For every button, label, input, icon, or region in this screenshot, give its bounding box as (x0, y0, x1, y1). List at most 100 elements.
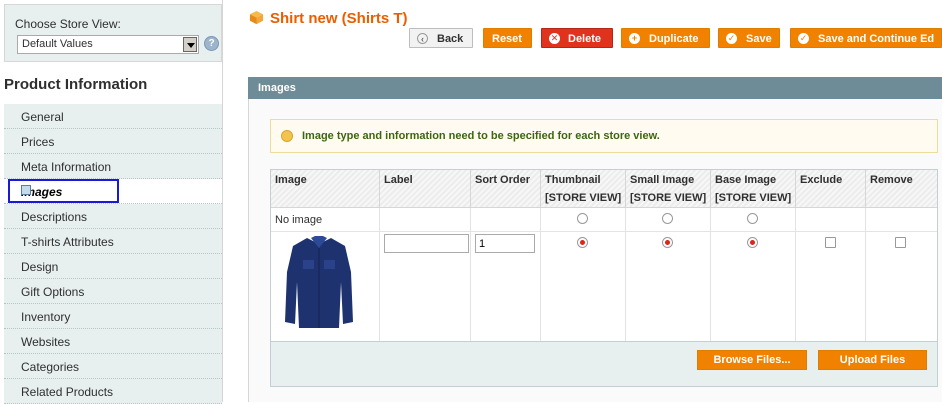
help-icon[interactable]: ? (204, 36, 219, 51)
tab-inventory[interactable]: Inventory (4, 304, 222, 329)
tab-descriptions[interactable]: Descriptions (4, 204, 222, 229)
store-view-select[interactable]: Default Values (17, 35, 199, 54)
sidebar: Choose Store View: Default Values ? Prod… (0, 0, 224, 404)
duplicate-button-label: Duplicate (649, 33, 699, 45)
column-header-scope: [STORE VIEW] (630, 192, 707, 204)
column-divider (795, 208, 796, 341)
check-icon: ✓ (798, 33, 809, 44)
delete-button[interactable]: ✕ Delete (541, 28, 613, 48)
tab-label: Websites (21, 335, 71, 349)
tab-label: Descriptions (21, 210, 88, 224)
chevron-down-icon[interactable] (183, 37, 197, 52)
tab-label: Meta Information (21, 160, 112, 174)
tab-design[interactable]: Design (4, 254, 222, 279)
tab-label: T-shirts Attributes (21, 235, 114, 249)
image-small-image-radio[interactable] (662, 237, 673, 248)
tab-images[interactable]: Images (4, 179, 222, 204)
notice-box: Image type and information need to be sp… (270, 119, 938, 153)
image-exclude-checkbox[interactable] (825, 237, 836, 248)
product-cube-icon (249, 10, 264, 25)
column-divider (379, 208, 380, 341)
reset-button[interactable]: Reset (483, 28, 532, 48)
column-divider (710, 208, 711, 341)
tab-general[interactable]: General (4, 104, 222, 129)
column-header-label: Sort Order (475, 174, 531, 186)
column-header-scope: [STORE VIEW] (715, 192, 792, 204)
reset-button-label: Reset (492, 33, 522, 45)
product-image-thumbnail (285, 236, 353, 328)
images-panel-title: Images (258, 82, 296, 94)
close-icon: ✕ (549, 33, 560, 44)
image-remove-checkbox[interactable] (895, 237, 906, 248)
lightbulb-icon (281, 130, 293, 142)
save-and-continue-button[interactable]: ✓ Save and Continue Ed (790, 28, 942, 48)
column-header-sort-order: Sort Order (471, 170, 541, 208)
column-header-label: Remove (870, 174, 913, 186)
notice-text: Image type and information need to be sp… (302, 130, 660, 142)
tab-label: Design (21, 260, 59, 274)
page-title: Shirt new (Shirts T) (270, 10, 408, 27)
tab-label: General (21, 110, 64, 124)
save-button[interactable]: ✓ Save (718, 28, 780, 48)
column-header-label: Base Image (715, 174, 777, 186)
column-header-label: Image (275, 174, 307, 186)
tab-gift-options[interactable]: Gift Options (4, 279, 222, 304)
tab-prices[interactable]: Prices (4, 129, 222, 154)
save-and-continue-label: Save and Continue Ed (818, 33, 935, 45)
sidebar-divider (222, 0, 223, 402)
delete-button-label: Delete (568, 33, 602, 45)
column-divider (470, 208, 471, 341)
row-divider (271, 231, 937, 232)
column-header-scope: [STORE VIEW] (545, 192, 622, 204)
tab-label: Prices (21, 135, 55, 149)
upload-files-button[interactable]: Upload Files (818, 350, 927, 370)
browse-files-button[interactable]: Browse Files... (697, 350, 807, 370)
images-grid: Image Label Sort Order Thumbnail [STORE V… (270, 169, 938, 387)
column-header-label: Small Image (630, 174, 695, 186)
save-button-label: Save (746, 33, 772, 45)
tab-label: Categories (21, 360, 80, 374)
column-header-label-col: Label (380, 170, 471, 208)
column-divider (625, 208, 626, 341)
images-grid-footer: Browse Files... Upload Files (271, 341, 937, 386)
no-image-small-image-radio[interactable] (662, 213, 673, 224)
plus-icon: + (629, 33, 640, 44)
column-header-base-image: Base Image [STORE VIEW] (711, 170, 796, 208)
column-header-small-image: Small Image [STORE VIEW] (626, 170, 711, 208)
no-image-thumbnail-radio[interactable] (577, 213, 588, 224)
no-image-label: No image (275, 214, 323, 226)
save-icon (21, 185, 31, 195)
column-header-thumbnail: Thumbnail [STORE VIEW] (541, 170, 626, 208)
column-divider (865, 208, 866, 341)
column-header-image: Image (271, 170, 380, 208)
image-sort-order-input[interactable] (475, 234, 535, 253)
tab-related-products[interactable]: Related Products (4, 379, 222, 404)
store-switcher-label: Choose Store View: (15, 17, 121, 31)
duplicate-button[interactable]: + Duplicate (621, 28, 710, 48)
tab-label: Related Products (21, 385, 114, 399)
back-button[interactable]: ‹ Back (409, 28, 473, 48)
check-icon: ✓ (726, 33, 737, 44)
images-panel-header: Images (248, 77, 942, 99)
arrow-left-icon: ‹ (417, 33, 428, 44)
tab-label: Gift Options (21, 285, 85, 299)
tab-meta-information[interactable]: Meta Information (4, 154, 222, 179)
back-button-label: Back (437, 33, 464, 45)
column-header-label: Label (384, 174, 413, 186)
store-view-selected: Default Values (22, 38, 93, 50)
tab-websites[interactable]: Websites (4, 329, 222, 354)
column-header-remove: Remove (866, 170, 937, 208)
store-switcher: Choose Store View: Default Values ? (4, 4, 222, 62)
image-thumbnail-radio[interactable] (577, 237, 588, 248)
tab-tshirts-attributes[interactable]: T-shirts Attributes (4, 229, 222, 254)
product-tabs: General Prices Meta Information Images D… (4, 104, 222, 404)
no-image-base-image-radio[interactable] (747, 213, 758, 224)
image-base-image-radio[interactable] (747, 237, 758, 248)
tab-label: Inventory (21, 310, 71, 324)
column-header-exclude: Exclude (796, 170, 866, 208)
column-divider (540, 208, 541, 341)
column-header-label: Thumbnail (545, 174, 601, 186)
image-label-input[interactable] (384, 234, 469, 253)
tab-categories[interactable]: Categories (4, 354, 222, 379)
product-information-title: Product Information (4, 76, 148, 93)
